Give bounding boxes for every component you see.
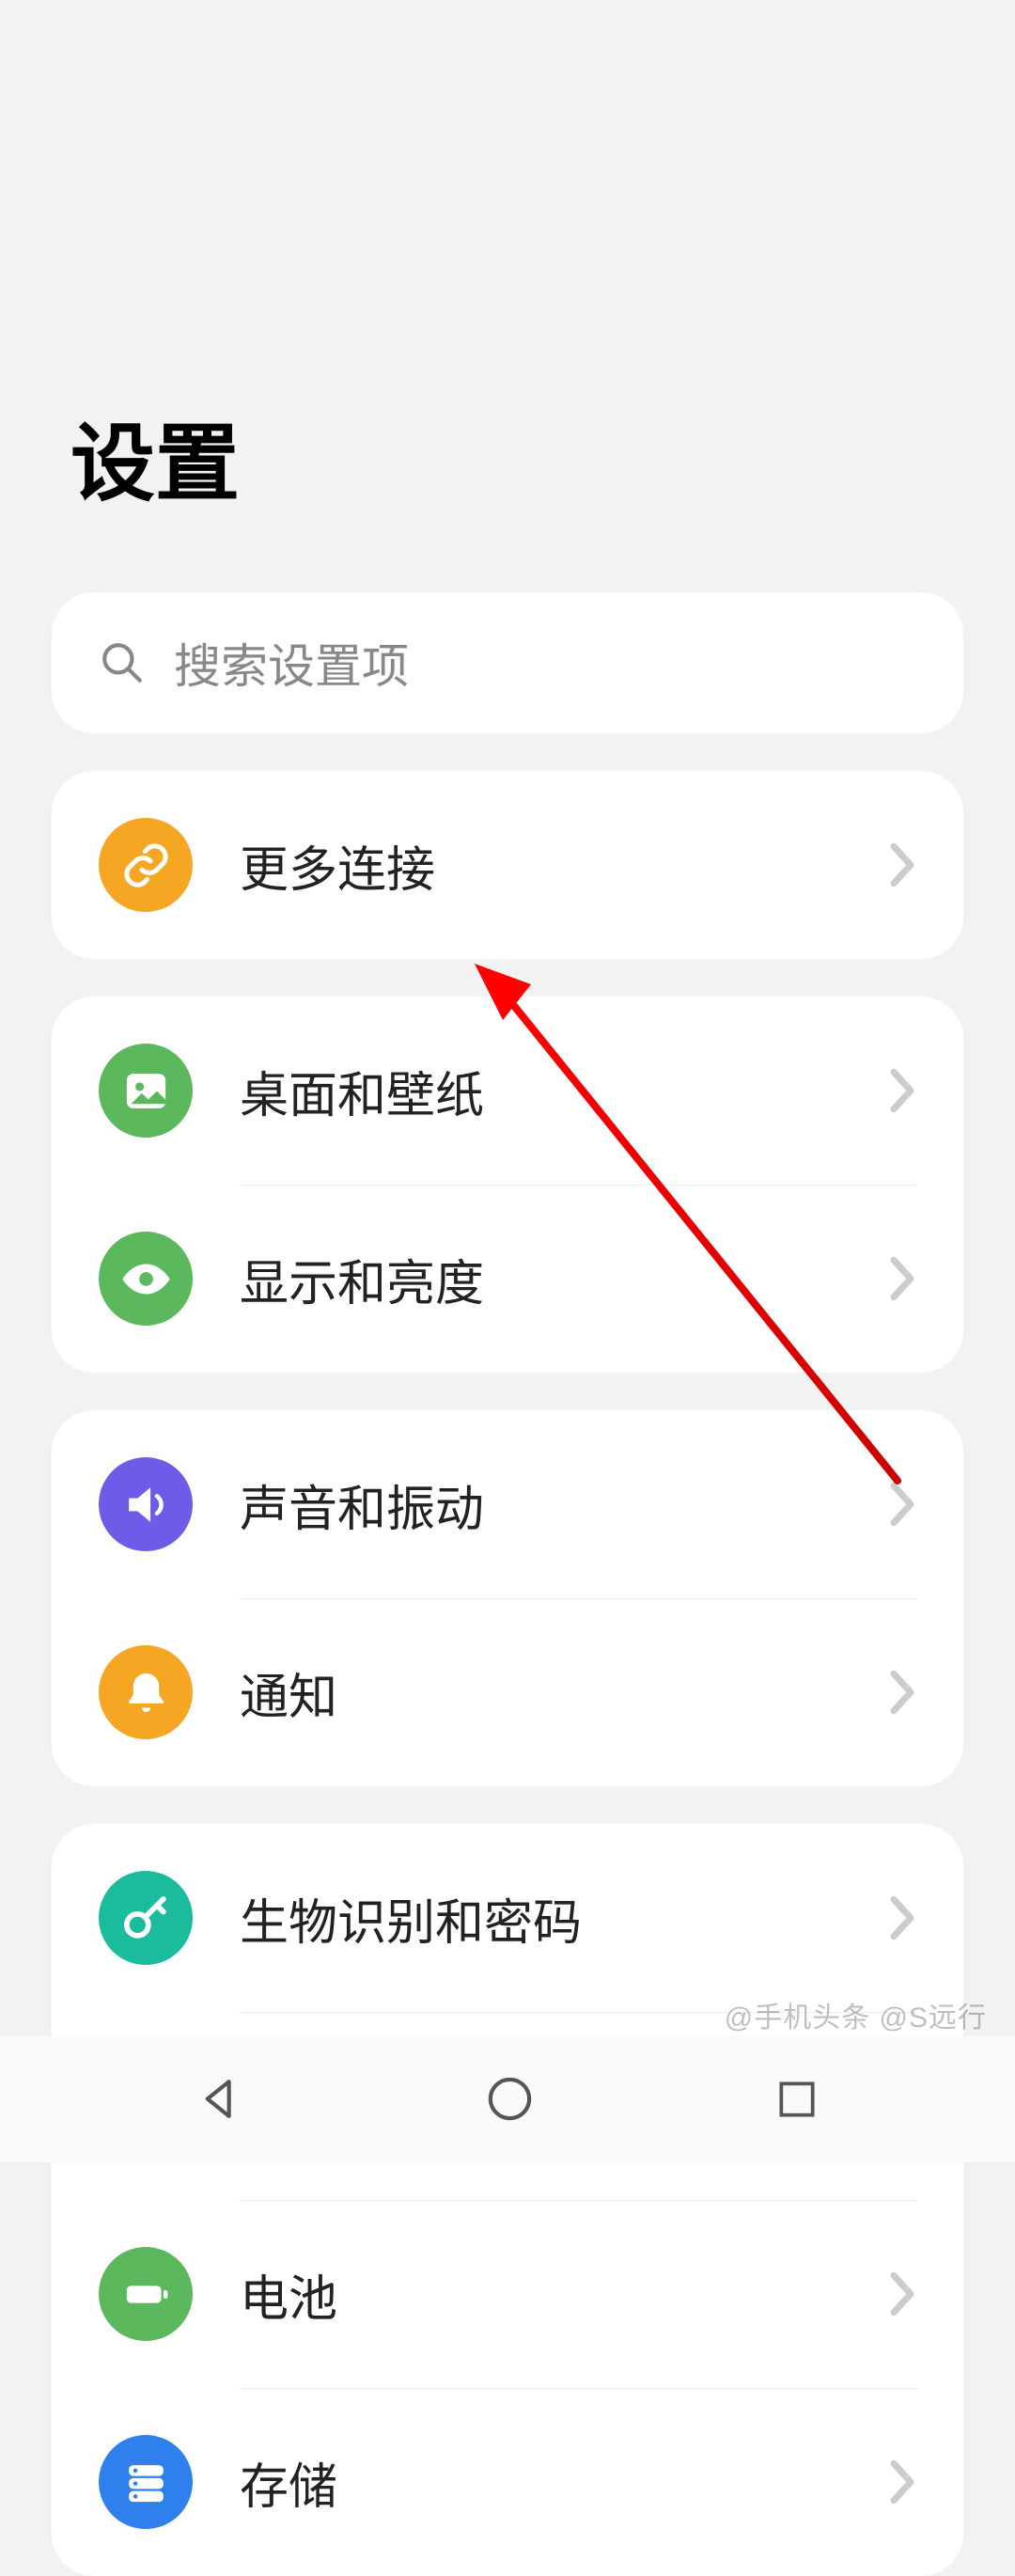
search-placeholder: 搜索设置项 bbox=[174, 629, 409, 697]
watermark: @手机头条 @S远行 bbox=[725, 1994, 987, 2035]
chevron-right-icon bbox=[888, 1255, 916, 1302]
chevron-right-icon bbox=[888, 841, 916, 888]
search-icon bbox=[99, 639, 146, 686]
row-sound-vibration[interactable]: 声音和振动 bbox=[52, 1410, 963, 1598]
row-biometrics-password[interactable]: 生物识别和密码 bbox=[52, 1824, 963, 2012]
row-storage[interactable]: 存储 bbox=[52, 2388, 963, 2576]
row-label: 生物识别和密码 bbox=[240, 1883, 841, 1954]
storage-icon bbox=[99, 2435, 193, 2529]
row-battery[interactable]: 电池 bbox=[52, 2200, 963, 2388]
row-label: 声音和振动 bbox=[240, 1469, 841, 1540]
page-title: 设置 bbox=[0, 0, 1015, 592]
search-input[interactable]: 搜索设置项 bbox=[52, 592, 963, 733]
eye-icon bbox=[99, 1232, 193, 1326]
nav-back-button[interactable] bbox=[195, 2073, 246, 2125]
chevron-right-icon bbox=[888, 1669, 916, 1716]
row-more-connections[interactable]: 更多连接 bbox=[52, 771, 963, 959]
bell-icon bbox=[99, 1645, 193, 1739]
row-label: 通知 bbox=[240, 1657, 841, 1728]
row-label: 显示和亮度 bbox=[240, 1244, 841, 1314]
speaker-icon bbox=[99, 1457, 193, 1551]
settings-group: 生物识别和密码 应用和服务 电池 存储 bbox=[52, 1824, 963, 2576]
nav-home-button[interactable] bbox=[484, 2073, 536, 2125]
row-label: 存储 bbox=[240, 2447, 841, 2518]
battery-icon bbox=[99, 2247, 193, 2341]
row-label: 电池 bbox=[240, 2259, 841, 2330]
settings-group: 桌面和壁纸 显示和亮度 bbox=[52, 997, 963, 1373]
image-icon bbox=[99, 1044, 193, 1138]
nav-recent-button[interactable] bbox=[773, 2076, 820, 2123]
row-label: 更多连接 bbox=[240, 830, 841, 901]
row-label: 桌面和壁纸 bbox=[240, 1056, 841, 1126]
key-icon bbox=[99, 1871, 193, 1965]
settings-group: 更多连接 bbox=[52, 771, 963, 959]
chevron-right-icon bbox=[888, 1481, 916, 1528]
row-home-wallpaper[interactable]: 桌面和壁纸 bbox=[52, 997, 963, 1185]
chevron-right-icon bbox=[888, 2270, 916, 2317]
link-icon bbox=[99, 818, 193, 912]
row-display-brightness[interactable]: 显示和亮度 bbox=[52, 1185, 963, 1373]
chevron-right-icon bbox=[888, 1894, 916, 1941]
chevron-right-icon bbox=[888, 2458, 916, 2505]
system-navbar bbox=[0, 2035, 1015, 2162]
settings-group: 声音和振动 通知 bbox=[52, 1410, 963, 1786]
row-notifications[interactable]: 通知 bbox=[52, 1598, 963, 1786]
chevron-right-icon bbox=[888, 1067, 916, 1114]
